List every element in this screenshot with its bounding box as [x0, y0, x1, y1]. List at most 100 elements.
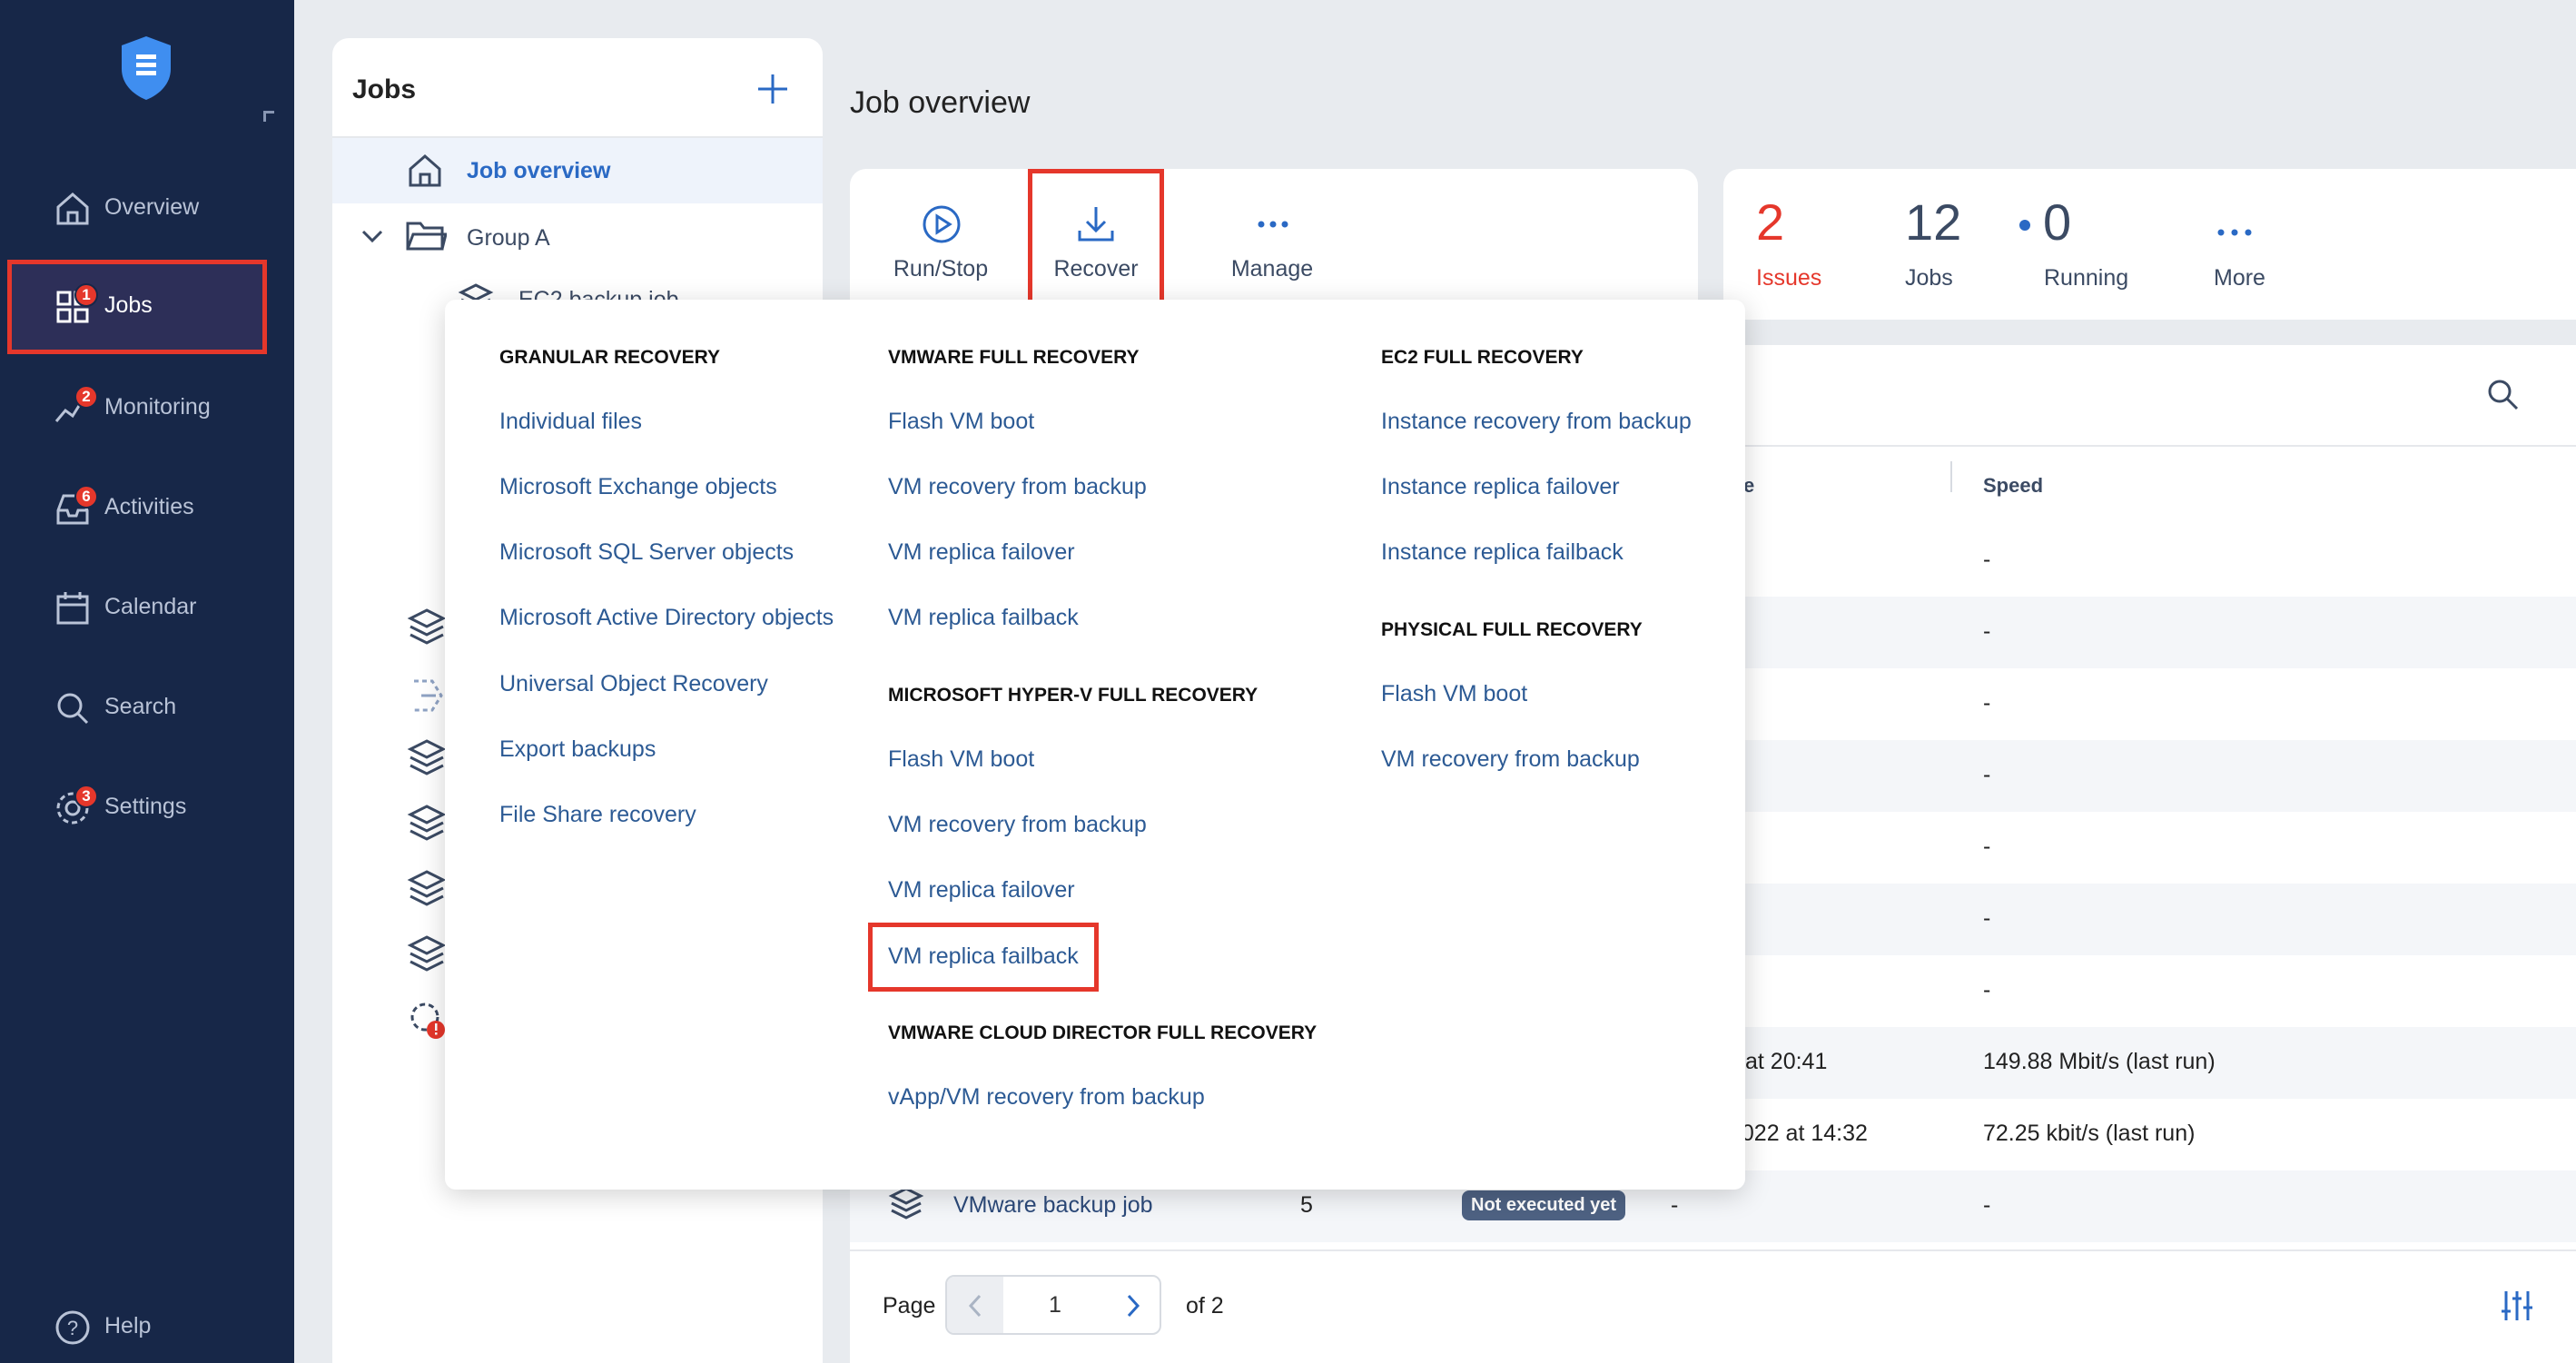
pager: 1 [945, 1275, 1161, 1335]
sidebar-item-jobs[interactable]: 1 Jobs [7, 260, 267, 354]
sidebar-item-calendar[interactable]: Calendar [7, 561, 267, 656]
sidebar: Overview 1 Jobs 2 Monitoring 6 Activitie… [0, 0, 294, 1363]
manage-button[interactable]: Manage [1190, 169, 1354, 320]
more-label: More [2214, 265, 2265, 291]
column-settings-sliders-icon[interactable] [2499, 1288, 2535, 1324]
issues-count: 2 [1756, 193, 1785, 251]
column-header-speed[interactable]: Speed [1983, 474, 2043, 498]
menu-item-individual-files[interactable]: Individual files [499, 409, 642, 435]
collapse-sidebar-icon[interactable] [263, 111, 274, 122]
help-label: Help [104, 1313, 152, 1338]
jobs-badge: 1 [74, 283, 98, 307]
jobs-count: 12 [1905, 193, 1962, 251]
sidebar-item-label: Jobs [104, 292, 153, 318]
recover-label: Recover [1053, 256, 1139, 281]
menu-item-vmware-vm-recovery[interactable]: VM recovery from backup [888, 474, 1147, 500]
backup-job-icon[interactable] [405, 737, 449, 781]
settings-badge: 3 [74, 785, 98, 808]
menu-item-export-backups[interactable]: Export backups [499, 736, 656, 763]
menu-item-physical-flash-vm-boot[interactable]: Flash VM boot [1381, 681, 1527, 707]
search-icon [57, 693, 89, 725]
search-icon[interactable] [2484, 376, 2521, 412]
recover-button[interactable]: Recover [1028, 169, 1164, 307]
more-dots-icon [1258, 221, 1288, 228]
menu-heading-physical: PHYSICAL FULL RECOVERY [1381, 619, 1643, 640]
sidebar-item-monitoring[interactable]: 2 Monitoring [7, 361, 267, 456]
monitoring-badge: 2 [74, 385, 98, 409]
status-badge: Not executed yet [1462, 1190, 1626, 1220]
jobs-panel-title: Jobs [352, 74, 417, 104]
sidebar-item-label: Monitoring [104, 394, 211, 420]
menu-item-vmware-flash-vm-boot[interactable]: Flash VM boot [888, 409, 1034, 435]
cell-date: 2022 at 14:32 [1729, 1121, 1868, 1146]
issues-label: Issues [1756, 265, 1822, 291]
chevron-right-icon [1127, 1294, 1140, 1318]
sidebar-item-activities[interactable]: 6 Activities [7, 461, 267, 556]
menu-item-vmware-replica-failover[interactable]: VM replica failover [888, 539, 1075, 566]
svg-text:?: ? [67, 1317, 78, 1339]
menu-item-file-share-recovery[interactable]: File Share recovery [499, 802, 696, 828]
menu-item-hyperv-flash-vm-boot[interactable]: Flash VM boot [888, 746, 1034, 773]
cell-speed: - [1983, 977, 1991, 1002]
more-dots-icon [2217, 229, 2252, 236]
folder-open-icon [406, 222, 447, 251]
backup-job-icon[interactable] [405, 933, 449, 977]
backup-job-icon[interactable] [405, 868, 449, 912]
replication-job-icon[interactable] [405, 674, 449, 717]
tree-item-job-overview[interactable]: Job overview [332, 138, 823, 203]
menu-item-active-directory-objects[interactable]: Microsoft Active Directory objects [499, 605, 834, 631]
backup-job-icon[interactable] [405, 803, 449, 846]
menu-item-instance-replica-failback[interactable]: Instance replica failback [1381, 539, 1624, 566]
column-divider[interactable] [1950, 461, 1952, 492]
cell-speed: - [1983, 834, 1991, 859]
menu-item-hyperv-vm-recovery[interactable]: VM recovery from backup [888, 812, 1147, 838]
chevron-down-icon[interactable] [360, 223, 385, 249]
menu-item-instance-replica-failover[interactable]: Instance replica failover [1381, 474, 1620, 500]
cell-job-name[interactable]: VMware backup job [953, 1192, 1153, 1219]
stats-card: 2 Issues 12 Jobs 0 Running More [1723, 169, 2576, 320]
page-number-input[interactable]: 1 [1003, 1277, 1107, 1333]
menu-item-physical-vm-recovery[interactable]: VM recovery from backup [1381, 746, 1640, 773]
tree-item-label: Group A [467, 225, 550, 251]
cell-speed: - [1983, 690, 1991, 716]
menu-item-universal-object-recovery[interactable]: Universal Object Recovery [499, 671, 768, 697]
previous-page-button[interactable] [947, 1277, 1003, 1333]
cell-speed: 149.88 Mbit/s (last run) [1983, 1049, 2216, 1074]
sidebar-item-settings[interactable]: 3 Settings [7, 761, 267, 855]
next-page-button[interactable] [1107, 1277, 1160, 1333]
menu-item-exchange-objects[interactable]: Microsoft Exchange objects [499, 474, 777, 500]
tree-item-group-a[interactable]: Group A [332, 203, 823, 269]
sidebar-item-label: Activities [104, 494, 194, 519]
sidebar-item-help[interactable]: ? Help [7, 1280, 267, 1363]
menu-item-vapp-vm-recovery[interactable]: vApp/VM recovery from backup [888, 1084, 1205, 1111]
add-job-plus-icon[interactable] [755, 71, 791, 107]
menu-item-sql-server-objects[interactable]: Microsoft SQL Server objects [499, 539, 794, 566]
home-icon [56, 193, 89, 225]
menu-item-hyperv-replica-failover[interactable]: VM replica failover [888, 877, 1075, 904]
cell-speed: - [1983, 618, 1991, 644]
backup-job-icon[interactable] [405, 607, 449, 650]
menu-item-vmware-replica-failback[interactable]: VM replica failback [888, 605, 1079, 631]
menu-item-instance-recovery[interactable]: Instance recovery from backup [1381, 409, 1692, 435]
job-error-icon[interactable] [405, 997, 449, 1041]
sidebar-item-label: Search [104, 694, 177, 719]
sidebar-item-label: Calendar [104, 594, 197, 619]
activities-badge: 6 [74, 485, 98, 509]
app-logo-shield-icon[interactable] [118, 35, 174, 102]
sidebar-item-overview[interactable]: Overview [7, 162, 267, 256]
backup-job-icon [888, 1187, 924, 1220]
menu-heading-hyperv: MICROSOFT HYPER-V FULL RECOVERY [888, 685, 1258, 706]
cell-date: - [1671, 1192, 1679, 1218]
cell-speed: 72.25 kbit/s (last run) [1983, 1121, 2196, 1146]
toolbar: Run/Stop Recover Manage [850, 169, 1698, 320]
calendar-icon [56, 592, 89, 625]
cell-object-count: 5 [1300, 1192, 1313, 1218]
sidebar-item-search[interactable]: Search [7, 661, 267, 756]
home-icon [409, 154, 441, 187]
cell-speed: - [1983, 547, 1991, 572]
menu-item-hyperv-replica-failback[interactable]: VM replica failback [888, 943, 1079, 970]
run-stop-label: Run/Stop [893, 256, 989, 281]
run-stop-button[interactable]: Run/Stop [859, 169, 1022, 320]
menu-heading-vcd: VMWARE CLOUD DIRECTOR FULL RECOVERY [888, 1022, 1318, 1043]
running-count: 0 [2043, 193, 2072, 251]
